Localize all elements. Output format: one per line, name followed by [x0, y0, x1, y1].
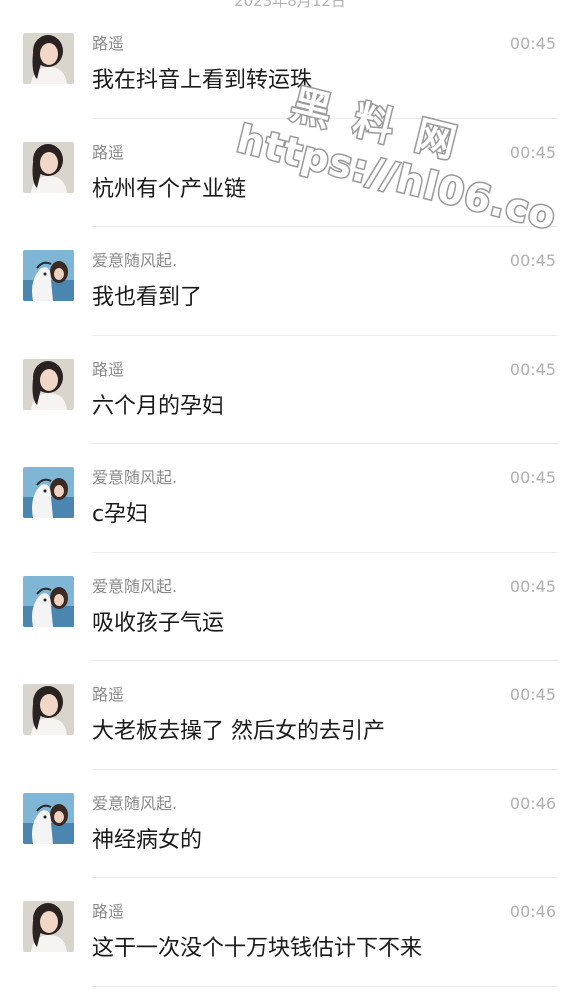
avatar-girl[interactable] [23, 901, 74, 952]
sender-name: 路遥 [92, 902, 125, 921]
message-text: 杭州有个产业链 [92, 176, 247, 202]
sender-name: 爱意随风起. [92, 576, 178, 596]
sender-name: 路遥 [92, 685, 125, 704]
message-text: 大老板去操了 然后女的去引产 [92, 719, 385, 744]
message-item[interactable]: 路遥 00:45 杭州有个产业链 [0, 119, 580, 227]
message-time: 00:45 [509, 468, 556, 487]
message-item[interactable]: 爱意随风起. 00:45 c孕妇 [0, 444, 580, 553]
avatar-girl[interactable] [23, 684, 74, 735]
message-item[interactable]: 爱意随风起. 00:46 神经病女的 [0, 770, 580, 878]
sender-name: 爱意随风起. [92, 793, 178, 813]
message-item[interactable]: 路遥 00:45 六个月的孕妇 [0, 336, 580, 444]
message-item[interactable]: 爱意随风起. 00:45 我也看到了 [0, 227, 580, 336]
message-text: c孕妇 [92, 502, 149, 527]
message-time: 00:45 [509, 359, 556, 379]
avatar-girl[interactable] [23, 141, 74, 193]
message-item[interactable]: 路遥 00:46 这干一次没个十万块钱估计下不来 [0, 878, 580, 987]
message-text: 六个月的孕妇 [92, 393, 225, 419]
avatar-couple[interactable] [23, 250, 74, 301]
avatar-couple[interactable] [23, 792, 74, 844]
message-time: 00:45 [509, 685, 556, 704]
sender-name: 路遥 [92, 359, 125, 379]
message-text: 吸收孩子气运 [92, 610, 225, 636]
message-item[interactable]: 爱意随风起. 00:45 吸收孩子气运 [0, 553, 580, 661]
sender-name: 爱意随风起. [92, 251, 178, 270]
sender-name: 路遥 [92, 34, 125, 53]
message-time: 00:46 [509, 793, 556, 813]
message-time: 00:45 [509, 576, 556, 596]
sender-name: 路遥 [92, 142, 125, 162]
message-text: 神经病女的 [92, 827, 203, 853]
message-text: 我也看到了 [92, 285, 203, 310]
message-item[interactable]: 路遥 00:45 我在抖音上看到转运珠 [0, 10, 580, 119]
divider [92, 985, 558, 987]
message-list: 路遥 00:45 我在抖音上看到转运珠 路遥 00:45 杭州有个产业链 爱意随… [0, 10, 580, 987]
avatar-couple[interactable] [23, 575, 74, 627]
avatar-girl[interactable] [23, 33, 74, 84]
message-text: 我在抖音上看到转运珠 [92, 68, 313, 93]
message-time: 00:45 [509, 34, 556, 53]
message-item[interactable]: 路遥 00:45 大老板去操了 然后女的去引产 [0, 661, 580, 770]
sender-name: 爱意随风起. [92, 468, 178, 487]
avatar-girl[interactable] [23, 358, 74, 410]
message-text: 这干一次没个十万块钱估计下不来 [92, 936, 423, 961]
message-time: 00:45 [509, 142, 556, 162]
message-time: 00:46 [509, 902, 556, 921]
message-time: 00:45 [509, 251, 556, 270]
avatar-couple[interactable] [23, 467, 74, 518]
